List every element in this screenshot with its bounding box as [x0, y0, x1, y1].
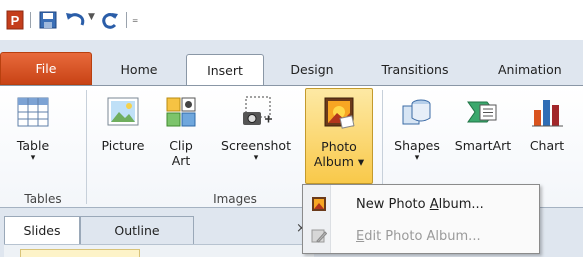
table-icon	[17, 97, 49, 127]
tab-insert[interactable]: Insert	[186, 54, 264, 85]
menu-item-new-photo-album[interactable]: New Photo Album...	[304, 188, 538, 220]
save-icon[interactable]	[38, 10, 58, 30]
menu-item-edit-photo-album[interactable]: Edit Photo Album...	[304, 220, 538, 252]
chart-icon	[532, 100, 563, 127]
clip-art-button[interactable]: Clip Art	[156, 88, 206, 184]
chart-button[interactable]: Chart	[520, 88, 574, 184]
picture-label: Picture	[101, 138, 145, 153]
clip-art-label: Clip Art	[169, 138, 193, 168]
qat-separator	[30, 12, 31, 28]
redo-icon[interactable]	[100, 10, 120, 30]
tab-design[interactable]: Design	[276, 54, 348, 85]
tab-file[interactable]: File	[0, 52, 92, 85]
shapes-button[interactable]: Shapes ▾	[386, 88, 448, 184]
screenshot-button[interactable]: Screenshot ▾	[210, 88, 302, 184]
chart-label: Chart	[529, 138, 565, 153]
menu-item-label: New Photo Album...	[356, 196, 484, 212]
table-label: Table	[16, 138, 50, 153]
new-photo-album-icon	[312, 197, 326, 211]
powerpoint-icon[interactable]: P	[6, 10, 24, 30]
smartart-button[interactable]: SmartArt	[448, 88, 518, 184]
group-separator	[86, 90, 87, 204]
picture-button[interactable]: Picture	[92, 88, 154, 184]
menu-item-label: Edit Photo Album...	[356, 228, 481, 244]
shapes-dropdown-arrow: ▾	[414, 153, 420, 163]
tab-outline[interactable]: Outline	[80, 216, 194, 244]
ribbon-tab-strip: File Home Insert Design Transitions Anim…	[0, 40, 583, 85]
table-button[interactable]: Table ▾	[6, 88, 60, 184]
photo-album-button[interactable]: Photo Album ▾	[305, 88, 373, 184]
table-dropdown-arrow: ▾	[30, 153, 36, 163]
undo-dropdown-arrow[interactable]: ▼	[88, 12, 95, 32]
tab-slides[interactable]: Slides	[4, 216, 80, 244]
shapes-icon	[402, 99, 431, 125]
photo-album-icon	[324, 97, 355, 129]
photo-album-label: Photo Album ▾	[313, 139, 365, 169]
qat-separator	[126, 12, 127, 28]
smartart-label: SmartArt	[454, 138, 512, 153]
tab-home[interactable]: Home	[104, 54, 174, 85]
edit-photo-album-icon	[311, 229, 327, 243]
picture-icon	[107, 97, 139, 126]
shapes-label: Shapes	[394, 138, 440, 153]
screenshot-label: Screenshot	[221, 138, 291, 153]
screenshot-icon	[243, 96, 272, 125]
tab-transitions[interactable]: Transitions	[364, 54, 466, 85]
undo-icon[interactable]	[64, 10, 86, 30]
svg-text:P: P	[11, 13, 20, 28]
photo-album-menu: New Photo Album... Edit Photo Album...	[302, 184, 540, 254]
tab-animation[interactable]: Animation	[482, 54, 583, 85]
customize-qat-icon[interactable]: ₌	[132, 12, 138, 32]
slide-thumbnail[interactable]	[20, 249, 140, 257]
clip-art-icon	[166, 97, 196, 127]
quick-access-toolbar: P ▼ ₌	[0, 0, 583, 40]
screenshot-dropdown-arrow: ▾	[253, 153, 259, 163]
smartart-icon	[467, 101, 497, 123]
group-label-tables: Tables	[24, 192, 62, 206]
